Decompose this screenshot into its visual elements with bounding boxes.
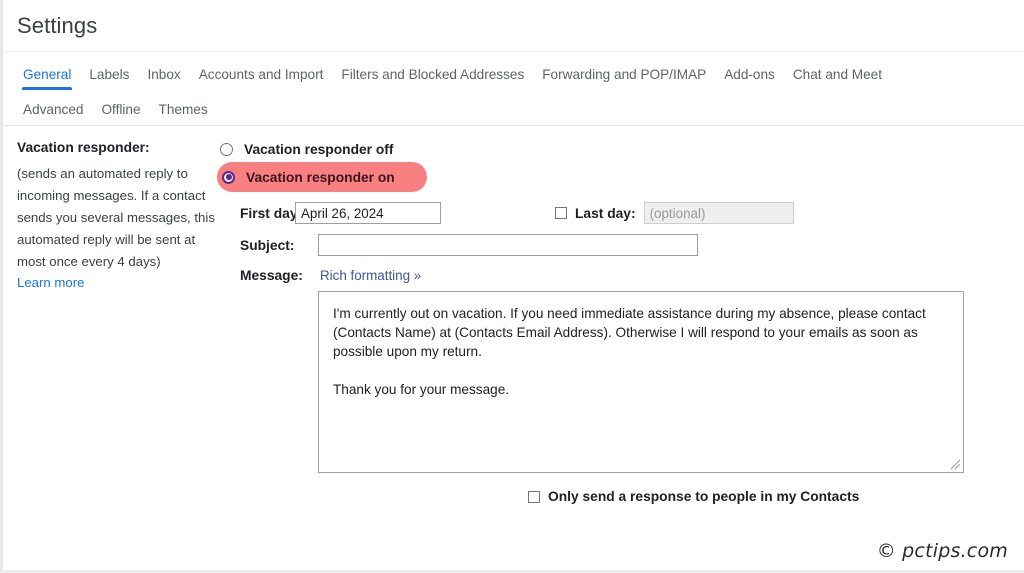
- only-contacts-row[interactable]: Only send a response to people in my Con…: [217, 489, 1024, 504]
- radio-button-off-icon[interactable]: [220, 143, 233, 156]
- radio-label-responder-on[interactable]: Vacation responder on: [246, 170, 395, 185]
- message-textarea[interactable]: [318, 291, 964, 473]
- message-row: Message: Rich formatting »: [217, 268, 1024, 473]
- radio-option-responder-off[interactable]: Vacation responder off: [217, 138, 1024, 161]
- tab-row-secondary: Advanced Offline Themes: [14, 90, 1024, 125]
- rich-formatting-link[interactable]: Rich formatting »: [320, 268, 964, 283]
- tab-general[interactable]: General: [14, 68, 80, 90]
- tab-offline[interactable]: Offline: [92, 103, 149, 125]
- settings-window: Settings General Labels Inbox Accounts a…: [0, 0, 1024, 573]
- last-day-checkbox[interactable]: [555, 207, 567, 219]
- radio-button-on-icon[interactable]: [222, 171, 235, 184]
- subject-label: Subject:: [217, 238, 318, 253]
- tab-row-primary: General Labels Inbox Accounts and Import…: [14, 52, 1024, 90]
- settings-tabs: General Labels Inbox Accounts and Import…: [3, 52, 1024, 126]
- only-contacts-label[interactable]: Only send a response to people in my Con…: [548, 489, 859, 504]
- vacation-responder-description-column: Vacation responder: (sends an automated …: [3, 138, 215, 504]
- tab-add-ons[interactable]: Add-ons: [715, 68, 784, 90]
- tab-chat-and-meet[interactable]: Chat and Meet: [784, 68, 891, 90]
- last-day-input[interactable]: [644, 202, 794, 224]
- learn-more-link[interactable]: Learn more: [17, 275, 84, 290]
- last-day-label: Last day:: [575, 206, 636, 221]
- vacation-responder-form-column: Vacation responder off Vacation responde…: [215, 138, 1024, 504]
- watermark: © pctips.com: [877, 540, 1008, 562]
- window-header: Settings: [3, 0, 1024, 52]
- tab-filters-and-blocked-addresses[interactable]: Filters and Blocked Addresses: [332, 68, 533, 90]
- message-editor-group: Rich formatting »: [318, 268, 964, 473]
- message-textarea-wrapper: [318, 291, 964, 473]
- only-contacts-checkbox[interactable]: [528, 491, 540, 503]
- first-day-label: First day:: [217, 206, 295, 221]
- subject-input[interactable]: [318, 234, 698, 256]
- tab-forwarding-and-pop-imap[interactable]: Forwarding and POP/IMAP: [533, 68, 715, 90]
- vacation-responder-description: (sends an automated reply to incoming me…: [17, 163, 215, 273]
- tab-labels[interactable]: Labels: [80, 68, 138, 90]
- first-day-row: First day: Last day:: [217, 202, 1024, 224]
- first-day-input[interactable]: [295, 202, 441, 224]
- tab-accounts-and-import[interactable]: Accounts and Import: [190, 68, 333, 90]
- vacation-responder-section: Vacation responder: (sends an automated …: [3, 126, 1024, 504]
- last-day-group: Last day:: [555, 202, 794, 224]
- message-label: Message:: [217, 268, 318, 283]
- tab-themes[interactable]: Themes: [150, 103, 217, 125]
- radio-option-responder-on[interactable]: Vacation responder on: [217, 162, 427, 192]
- vacation-responder-title: Vacation responder:: [17, 138, 215, 159]
- subject-row: Subject:: [217, 234, 1024, 256]
- tab-inbox[interactable]: Inbox: [138, 68, 189, 90]
- radio-label-responder-off[interactable]: Vacation responder off: [244, 142, 394, 157]
- tab-advanced[interactable]: Advanced: [14, 103, 92, 125]
- page-title: Settings: [17, 13, 97, 39]
